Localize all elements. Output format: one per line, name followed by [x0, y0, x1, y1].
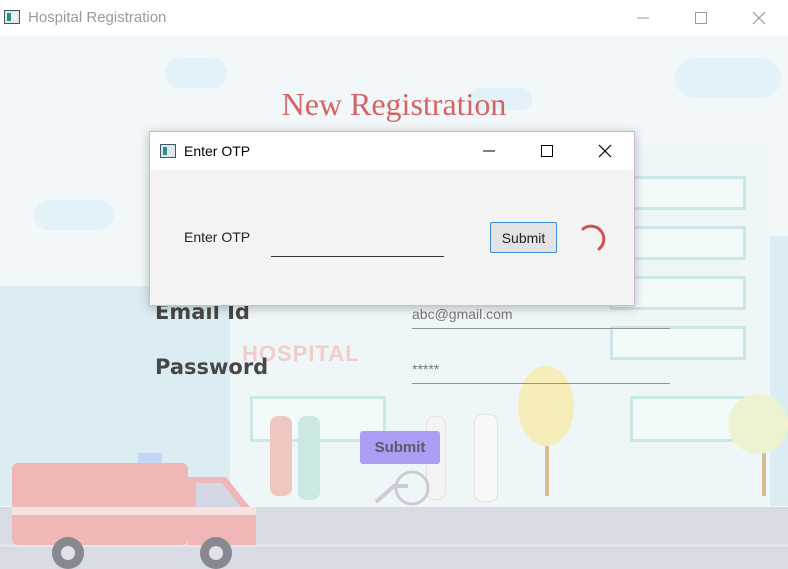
password-field[interactable]: *****: [412, 361, 670, 384]
dialog-title-bar: Enter OTP: [150, 132, 634, 170]
otp-input[interactable]: [271, 228, 444, 257]
person-figure: [270, 416, 292, 496]
title-bar: Hospital Registration: [0, 0, 788, 36]
dialog-title: Enter OTP: [184, 143, 251, 159]
minimize-icon: [637, 17, 649, 19]
otp-submit-button[interactable]: Submit: [490, 222, 557, 253]
main-window: Hospital Registration HOSPITAL New Regis…: [0, 0, 788, 569]
minimize-button[interactable]: [614, 0, 672, 36]
person-figure: [474, 414, 498, 502]
page-title: New Registration: [281, 86, 507, 122]
maximize-icon: [695, 12, 707, 24]
maximize-button[interactable]: [672, 0, 730, 36]
window-title: Hospital Registration: [28, 9, 167, 26]
close-button[interactable]: [730, 0, 788, 36]
ambulance-icon: [12, 453, 256, 569]
register-submit-button[interactable]: Submit: [360, 431, 440, 464]
dialog-maximize-button[interactable]: [518, 132, 576, 170]
loading-spinner-icon: [581, 224, 606, 251]
minimize-icon: [483, 150, 495, 152]
cloud: [34, 200, 114, 230]
otp-label: Enter OTP: [184, 229, 251, 245]
dialog-close-button[interactable]: [576, 132, 634, 170]
close-icon: [752, 11, 766, 25]
cloud: [165, 58, 227, 88]
person-figure: [298, 416, 320, 500]
dialog-app-icon: [160, 144, 176, 158]
dialog-minimize-button[interactable]: [460, 132, 518, 170]
building-window: [610, 326, 746, 360]
tree: [728, 394, 788, 454]
password-label: Password: [155, 355, 269, 379]
email-field[interactable]: abc@gmail.com: [412, 306, 670, 329]
maximize-icon: [541, 145, 553, 157]
app-icon: [4, 10, 20, 24]
close-icon: [598, 144, 612, 158]
otp-dialog: Enter OTP Enter OTP Submit: [149, 131, 635, 306]
